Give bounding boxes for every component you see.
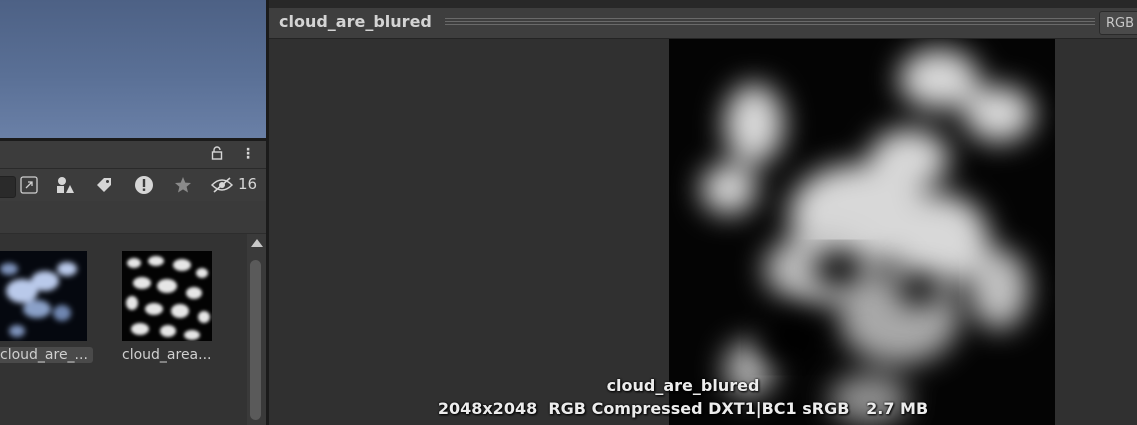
favorites-star-icon[interactable] (171, 174, 195, 196)
warning-filter-icon[interactable] (132, 174, 156, 196)
project-toolbar: 16 (0, 168, 266, 201)
texture-preview-image (669, 39, 1055, 425)
asset-grid: cloud_are_... cloud_area... (0, 234, 247, 425)
inspector-panel: cloud_are_blured RGB cloud_are_blured 20… (269, 0, 1137, 425)
preview-title: cloud_are_blured (279, 12, 432, 31)
inspector-top-strip (269, 0, 1137, 8)
project-panel: ⋮ 16 cloud_are_... cloud_area... (0, 141, 266, 425)
project-panel-header: ⋮ (0, 141, 266, 168)
preview-asset-name: cloud_are_blured (606, 376, 760, 395)
preview-header: cloud_are_blured RGB (269, 8, 1137, 39)
search-input[interactable] (0, 176, 16, 198)
asset-item[interactable]: cloud_are_... (0, 251, 93, 363)
scene-view[interactable] (0, 0, 266, 138)
scrollbar-thumb[interactable] (250, 260, 261, 420)
asset-scrollbar[interactable] (247, 234, 266, 425)
hidden-packages-icon[interactable] (210, 174, 234, 196)
lock-icon[interactable] (211, 146, 223, 164)
scroll-up-arrow-icon[interactable] (251, 239, 263, 247)
hidden-count: 16 (238, 175, 258, 193)
channel-button[interactable]: RGB (1099, 11, 1137, 35)
kebab-menu-icon[interactable]: ⋮ (241, 146, 255, 162)
asset-label: cloud_area... (122, 347, 212, 363)
filter-by-type-icon[interactable] (53, 174, 77, 196)
breadcrumb-bar (0, 201, 266, 234)
asset-thumbnail[interactable] (0, 251, 87, 341)
drag-handle[interactable] (445, 18, 1095, 27)
asset-thumbnail[interactable] (122, 251, 212, 341)
search-in-window-icon[interactable] (17, 174, 41, 196)
filter-by-label-icon[interactable] (92, 174, 116, 196)
asset-label: cloud_are_... (0, 347, 93, 363)
preview-asset-details: 2048x2048 RGB Compressed DXT1|BC1 sRGB 2… (437, 399, 929, 418)
asset-item[interactable]: cloud_area... (122, 251, 218, 363)
texture-preview-area (269, 39, 1137, 425)
